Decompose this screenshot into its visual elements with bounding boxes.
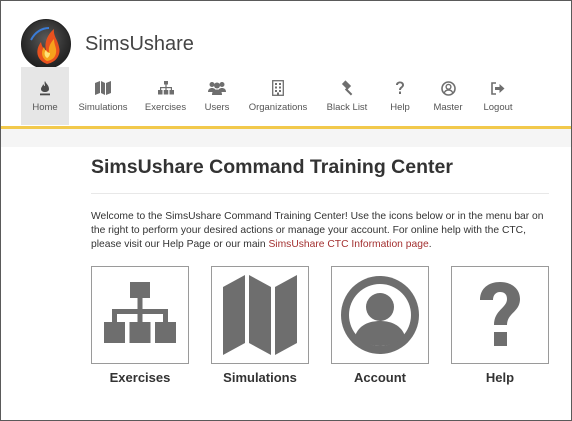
nav-item-exercises[interactable]: Exercises	[137, 67, 194, 125]
map-icon	[95, 79, 111, 97]
nav-label-organizations: Organizations	[248, 102, 308, 113]
question-icon	[395, 79, 405, 97]
simulations-tile[interactable]	[211, 266, 309, 364]
brand-header: SimsUshare	[21, 16, 194, 72]
fire-icon	[39, 79, 51, 97]
exercises-tile-label: Exercises	[109, 370, 171, 385]
nav-label-logout: Logout	[483, 102, 513, 113]
user-circle-icon	[341, 276, 419, 354]
nav-item-help[interactable]: Help	[378, 67, 422, 125]
nav-item-home[interactable]: Home	[21, 67, 69, 125]
ctc-info-link[interactable]: SimsUshare CTC Information page	[268, 239, 428, 250]
nav-item-master[interactable]: Master	[422, 67, 474, 125]
content-top-band	[1, 129, 571, 147]
main-nav: Home Simulations Exercises Users Organiz…	[21, 67, 551, 125]
title-divider	[91, 193, 549, 194]
nav-item-logout[interactable]: Logout	[474, 67, 522, 125]
nav-label-help: Help	[390, 102, 410, 113]
page-title: SimsUshare Command Training Center	[91, 156, 453, 178]
action-tiles: Exercises Simulations Account Help	[91, 266, 549, 396]
logout-icon	[491, 79, 505, 97]
nav-label-exercises: Exercises	[144, 102, 187, 113]
sitemap-icon	[104, 282, 176, 343]
question-icon	[480, 282, 520, 346]
nav-item-users[interactable]: Users	[194, 67, 240, 125]
sitemap-icon	[157, 79, 174, 97]
intro-end: .	[428, 239, 432, 250]
help-tile-label: Help	[485, 370, 515, 385]
account-tile[interactable]	[331, 266, 429, 364]
nav-label-black-list: Black List	[326, 102, 368, 113]
app-name: SimsUshare	[85, 32, 194, 55]
exercises-tile[interactable]	[91, 266, 189, 364]
nav-label-master: Master	[433, 102, 463, 113]
user-circle-icon	[440, 79, 456, 97]
users-icon	[208, 79, 226, 97]
nav-label-home: Home	[32, 102, 58, 113]
nav-item-simulations[interactable]: Simulations	[69, 67, 137, 125]
nav-item-organizations[interactable]: Organizations	[240, 67, 316, 125]
simulations-tile-label: Simulations	[223, 370, 297, 385]
nav-item-black-list[interactable]: Black List	[316, 67, 378, 125]
gavel-icon	[339, 79, 355, 97]
app-window: SimsUshare Home Simulations Exercises Us…	[0, 0, 572, 421]
account-tile-label: Account	[354, 370, 406, 385]
help-tile[interactable]	[451, 266, 549, 364]
map-icon	[223, 275, 297, 355]
simsushare-logo[interactable]	[21, 19, 71, 69]
intro-paragraph: Welcome to the SimsUshare Command Traini…	[91, 210, 553, 252]
building-icon	[272, 79, 284, 97]
nav-label-simulations: Simulations	[78, 102, 128, 113]
nav-label-users: Users	[204, 102, 230, 113]
